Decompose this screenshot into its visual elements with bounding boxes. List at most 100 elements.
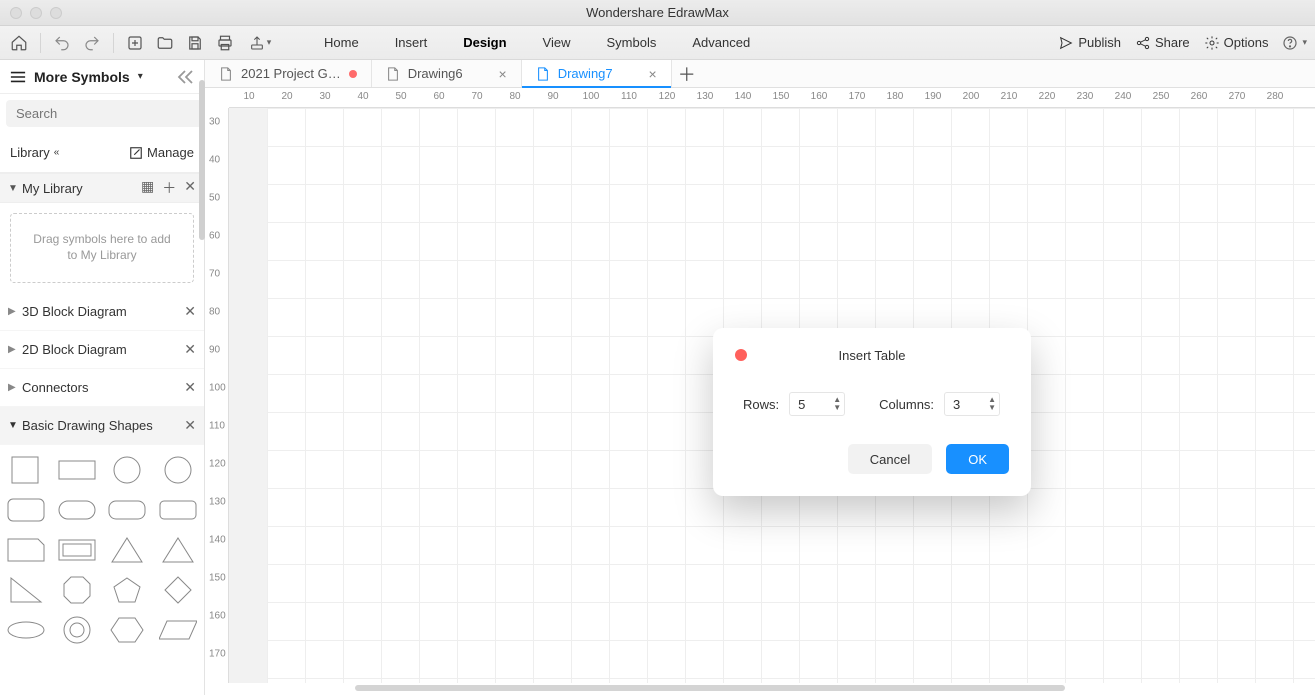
document-tabs: 2021 Project G… Drawing6 × Drawing7 × ＋: [205, 60, 1315, 88]
shape-square[interactable]: [5, 455, 47, 485]
sidebar: More Symbols ▾ Search Library « Manage ▼…: [0, 60, 205, 695]
cancel-button[interactable]: Cancel: [848, 444, 932, 474]
close-tab-icon[interactable]: ×: [649, 66, 657, 82]
ok-button[interactable]: OK: [946, 444, 1009, 474]
save-icon[interactable]: [184, 32, 206, 54]
chevron-down-icon: ▼: [8, 183, 20, 194]
add-icon[interactable]: ＋: [162, 178, 176, 198]
tab-label: 2021 Project G…: [241, 66, 341, 81]
mylibrary-dropzone[interactable]: Drag symbols here to add to My Library: [10, 213, 194, 283]
shape-circle-2[interactable]: [157, 455, 199, 485]
columns-stepper[interactable]: 3 ▲▼: [944, 392, 1000, 416]
file-icon: [536, 67, 550, 81]
category-label: Basic Drawing Shapes: [22, 418, 153, 433]
search-row: Search: [0, 94, 204, 133]
tab-drawing6[interactable]: Drawing6 ×: [372, 60, 522, 87]
shape-triangle[interactable]: [106, 535, 148, 565]
undo-icon[interactable]: [51, 32, 73, 54]
stepper-down-icon[interactable]: ▼: [833, 404, 841, 412]
mylibrary-header[interactable]: ▼ My Library ▦ ＋ ✕: [0, 173, 204, 203]
library-toggle[interactable]: Library «: [10, 145, 59, 160]
category-3d-block[interactable]: ▶ 3D Block Diagram ✕: [0, 293, 204, 331]
chevron-right-icon: ▶: [8, 344, 22, 355]
library-label: Library: [10, 145, 50, 160]
close-icon[interactable]: ✕: [184, 417, 196, 434]
columns-value: 3: [953, 397, 960, 412]
stepper-down-icon[interactable]: ▼: [988, 404, 996, 412]
shape-rounded-rect-4[interactable]: [157, 495, 199, 525]
shape-circle[interactable]: [106, 455, 148, 485]
close-tab-icon[interactable]: ×: [499, 66, 507, 82]
dialog-backdrop: Insert Table Rows: 5 ▲▼ Columns:: [205, 88, 1315, 695]
help-icon[interactable]: ▾: [1282, 35, 1307, 51]
insert-table-dialog: Insert Table Rows: 5 ▲▼ Columns:: [713, 328, 1031, 496]
menu-advanced[interactable]: Advanced: [692, 35, 750, 50]
shape-diamond[interactable]: [157, 575, 199, 605]
export-icon[interactable]: ▾: [244, 32, 276, 54]
chevron-right-icon: ▶: [8, 306, 22, 317]
shape-rounded-rect[interactable]: [5, 495, 47, 525]
shape-octagon[interactable]: [56, 575, 98, 605]
shape-hexagon[interactable]: [106, 615, 148, 645]
sidebar-header: More Symbols ▾: [0, 60, 204, 94]
menu-symbols[interactable]: Symbols: [607, 35, 657, 50]
collapse-icon: «: [54, 147, 60, 158]
home-icon[interactable]: [8, 32, 30, 54]
shape-rounded-rect-3[interactable]: [106, 495, 148, 525]
search-input[interactable]: [6, 100, 202, 127]
tab-2021-project[interactable]: 2021 Project G…: [205, 60, 372, 87]
window-titlebar: Wondershare EdrawMax: [0, 0, 1315, 26]
manage-button[interactable]: Manage: [129, 145, 194, 160]
new-tab-button[interactable]: ＋: [672, 60, 702, 87]
shape-parallelogram[interactable]: [157, 615, 199, 645]
chevron-right-icon: ▶: [8, 382, 22, 393]
close-icon[interactable]: ✕: [184, 341, 196, 358]
publish-button[interactable]: Publish: [1058, 35, 1121, 51]
menu-view[interactable]: View: [543, 35, 571, 50]
category-2d-block[interactable]: ▶ 2D Block Diagram ✕: [0, 331, 204, 369]
main-toolbar: ▾ Home Insert Design View Symbols Advanc…: [0, 26, 1315, 60]
dialog-title: Insert Table: [735, 348, 1009, 363]
category-basic-shapes[interactable]: ▼ Basic Drawing Shapes ✕: [0, 407, 204, 445]
category-label: Connectors: [22, 380, 88, 395]
shape-right-triangle[interactable]: [5, 575, 47, 605]
redo-icon[interactable]: [81, 32, 103, 54]
menu-design[interactable]: Design: [463, 35, 506, 50]
shape-palette: [0, 445, 204, 655]
tab-label: Drawing7: [558, 66, 613, 81]
library-menu-icon[interactable]: [10, 70, 26, 84]
close-icon[interactable]: ✕: [184, 303, 196, 320]
collapse-sidebar-icon[interactable]: [176, 68, 194, 86]
menu-bar: Home Insert Design View Symbols Advanced: [324, 35, 750, 50]
menu-home[interactable]: Home: [324, 35, 359, 50]
category-label: 3D Block Diagram: [22, 304, 127, 319]
shape-ellipse[interactable]: [5, 615, 47, 645]
app-title: Wondershare EdrawMax: [0, 5, 1315, 20]
canvas-container: 1020304050607080901001101201301401501601…: [205, 88, 1315, 695]
manage-label: Manage: [147, 145, 194, 160]
grid-view-icon[interactable]: ▦: [141, 178, 154, 198]
tab-drawing7[interactable]: Drawing7 ×: [522, 60, 672, 87]
menu-insert[interactable]: Insert: [395, 35, 428, 50]
rows-stepper[interactable]: 5 ▲▼: [789, 392, 845, 416]
shape-double-rect[interactable]: [56, 535, 98, 565]
open-icon[interactable]: [154, 32, 176, 54]
share-button[interactable]: Share: [1135, 35, 1190, 51]
shape-card[interactable]: [5, 535, 47, 565]
options-button[interactable]: Options: [1204, 35, 1269, 51]
close-icon[interactable]: ✕: [184, 379, 196, 396]
shape-pentagon[interactable]: [106, 575, 148, 605]
shape-triangle-2[interactable]: [157, 535, 199, 565]
category-connectors[interactable]: ▶ Connectors ✕: [0, 369, 204, 407]
mylibrary-label: My Library: [22, 181, 83, 196]
close-icon[interactable]: ✕: [184, 178, 196, 198]
sidebar-dropdown-icon[interactable]: ▾: [138, 71, 143, 82]
shape-donut[interactable]: [56, 615, 98, 645]
share-label: Share: [1155, 35, 1190, 50]
shape-rounded-rect-2[interactable]: [56, 495, 98, 525]
new-icon[interactable]: [124, 32, 146, 54]
rows-label: Rows:: [743, 397, 779, 412]
shape-rectangle[interactable]: [56, 455, 98, 485]
print-icon[interactable]: [214, 32, 236, 54]
columns-label: Columns:: [879, 397, 934, 412]
